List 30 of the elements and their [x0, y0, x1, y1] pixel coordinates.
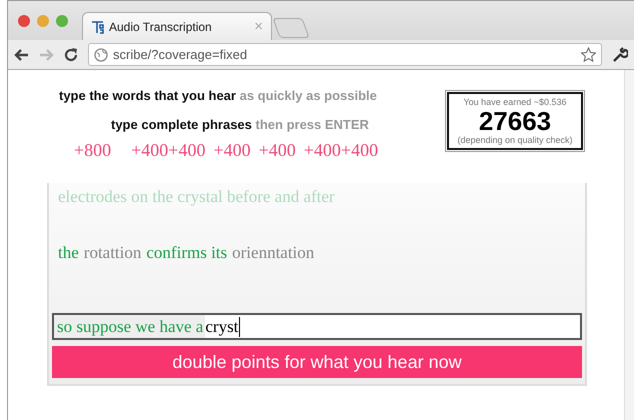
zoom-window-button[interactable]: [56, 14, 68, 26]
close-window-button[interactable]: [18, 14, 30, 26]
transcript-word: rotattion: [84, 243, 142, 264]
star-icon[interactable]: [581, 47, 596, 62]
scrollbar[interactable]: [624, 70, 634, 420]
tab-favicon-icon: [91, 20, 104, 34]
globe-icon: [94, 48, 108, 62]
bonus-points: +400: [213, 140, 251, 161]
instruction-text: type complete phrases then press ENTER: [110, 117, 370, 132]
bonus-points: +400: [258, 140, 296, 161]
transcript-word: the: [58, 243, 79, 264]
score-value: 27663: [478, 107, 552, 135]
address-bar[interactable]: scribe/?coverage=fixed: [88, 43, 602, 66]
transcript-word: electrodes on the crystal before and after: [58, 187, 335, 208]
new-tab-button[interactable]: [272, 18, 310, 38]
bonus-banner: double points for what you hear now: [52, 346, 582, 378]
quality-note: (depending on quality check): [457, 135, 573, 145]
instruction-text: type the words that you hear as quickly as possible: [58, 88, 378, 103]
bonus-points: +400+400: [304, 140, 378, 161]
minimize-window-button[interactable]: [37, 14, 49, 26]
wrench-icon[interactable]: [612, 46, 628, 62]
transcript-word: orienntation: [232, 243, 314, 264]
reload-icon[interactable]: [64, 48, 78, 62]
bonus-points: +800: [74, 140, 112, 161]
back-icon[interactable]: [14, 48, 29, 60]
transcription-input[interactable]: so suppose we have acryst: [52, 313, 582, 340]
transcript-word: confirms its: [146, 243, 228, 264]
browser-tab[interactable]: Audio Transcription ×: [82, 12, 272, 40]
earnings-text: You have earned ~$0.536: [463, 97, 566, 107]
bonus-points: +400+400: [131, 140, 206, 161]
